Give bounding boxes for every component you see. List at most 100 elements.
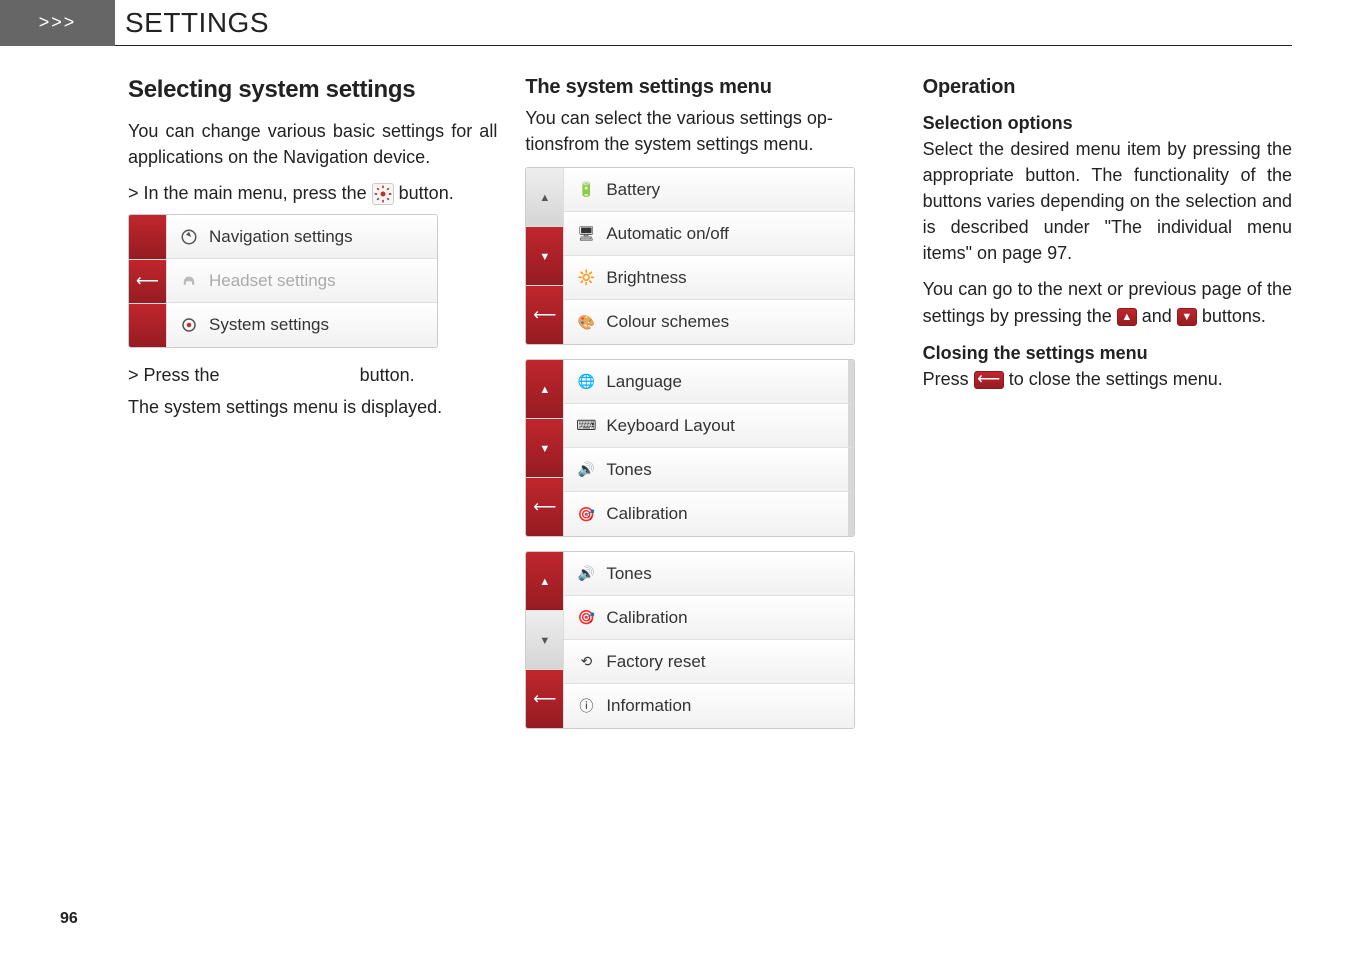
result-text: The system settings menu is displayed. — [128, 394, 497, 420]
page-down-icon — [1177, 308, 1197, 326]
content-columns: Selecting system settings You can change… — [0, 46, 1352, 743]
menu-item-calibration[interactable]: 🎯 Calibration — [564, 492, 854, 536]
menu-item-label: Automatic on/off — [606, 224, 729, 244]
menu-item-keyboard-layout[interactable]: ⌨ Keyboard Layout — [564, 404, 854, 448]
menu-item-label: Tones — [606, 564, 651, 584]
closing-text: Press to close the settings menu. — [923, 366, 1292, 392]
brightness-icon: 🔆 — [576, 268, 596, 288]
menu-item-language[interactable]: 🌐 Language — [564, 360, 854, 404]
back-button[interactable] — [526, 286, 563, 344]
menu-item-battery[interactable]: 🔋 Battery — [564, 168, 854, 212]
scroll-up-button[interactable] — [526, 360, 563, 419]
menu-item-label: Navigation settings — [209, 227, 353, 247]
menu-list: 🔊 Tones 🎯Calibration ⟲ Factory reset ⓘ Info… — [564, 552, 854, 728]
back-arrow-icon — [533, 689, 556, 709]
menu-item-label: Calibration — [606, 608, 687, 628]
menu-item-label: Language — [606, 372, 682, 392]
menu-item-label: Colour schemes — [606, 312, 729, 332]
headset-icon — [179, 271, 199, 291]
paging-text-b: and — [1142, 306, 1177, 326]
closing-text-a: Press — [923, 369, 974, 389]
speaker-icon: 🔊 — [576, 564, 596, 584]
menu-list: 🔋 Battery 🖥 Automatic on/off 🔆 Brightness 🎨… — [564, 168, 854, 344]
heading-selecting-system-settings: Selecting system settings — [128, 76, 497, 104]
chevrons-icon: >>> — [0, 0, 115, 46]
menu-item-colour-schemes[interactable]: 🎨Colour schemes — [564, 300, 854, 344]
heading-operation: Operation — [923, 76, 1292, 99]
menu-list: Navigation settings Headset settings Sys… — [167, 215, 437, 347]
reset-icon: ⟲ — [576, 652, 596, 672]
menu-item-headset-settings[interactable]: Headset settings — [167, 259, 437, 303]
settings-menu-page1: 🔋 Battery 🖥 Automatic on/off 🔆 Brightness 🎨… — [525, 167, 855, 345]
menu-item-navigation-settings[interactable]: Navigation settings — [167, 215, 437, 259]
settings-menu-page3: 🔊 Tones 🎯Calibration ⟲ Factory reset ⓘ Info… — [525, 551, 855, 729]
power-icon: 🖥 — [576, 224, 596, 244]
column-3: Operation Selection options Select the d… — [923, 76, 1292, 743]
back-arrow-icon — [533, 497, 556, 517]
paging-text-c: buttons. — [1202, 306, 1266, 326]
menu-item-label: Brightness — [606, 268, 686, 288]
menu-item-label: Keyboard Layout — [606, 416, 735, 436]
back-button[interactable] — [129, 260, 166, 304]
column-1: Selecting system settings You can change… — [128, 76, 497, 743]
step-press-system-settings: > Press the button. — [128, 362, 497, 388]
scroll-up-button[interactable] — [526, 552, 563, 611]
intro-paragraph: You can change various basic settings fo… — [128, 118, 497, 170]
menu-item-label: Factory reset — [606, 652, 705, 672]
heading-closing-menu: Closing the settings menu — [923, 343, 1292, 364]
page-up-icon — [1117, 308, 1137, 326]
back-icon — [974, 371, 1004, 389]
menu-item-label: Battery — [606, 180, 660, 200]
page-number: 96 — [60, 910, 78, 928]
side-buttons — [526, 168, 564, 344]
menu-item-label: Calibration — [606, 504, 687, 524]
globe-icon: 🌐 — [576, 372, 596, 392]
menu-item-information[interactable]: ⓘ Information — [564, 684, 854, 728]
menu-item-auto-onoff[interactable]: 🖥 Automatic on/off — [564, 212, 854, 256]
down-arrow-icon — [539, 631, 550, 649]
menu-item-label: Headset settings — [209, 271, 336, 291]
step-text-end: button. — [360, 365, 415, 385]
scroll-up-button[interactable] — [129, 215, 166, 259]
back-button[interactable] — [526, 670, 563, 728]
step-text: > Press the — [128, 365, 225, 385]
up-arrow-icon — [539, 380, 550, 398]
settings-menu-page2: 🌐 Language ⌨ Keyboard Layout 🔊Tones 🎯 Calib… — [525, 359, 855, 537]
heading-system-settings-menu: The system settings menu — [525, 76, 894, 99]
menu-list: 🌐 Language ⌨ Keyboard Layout 🔊Tones 🎯 Calib… — [564, 360, 854, 536]
submenu-intro: You can select the various settings op­t… — [525, 105, 894, 157]
keyboard-icon: ⌨ — [576, 416, 596, 436]
menu-item-tones[interactable]: 🔊 Tones — [564, 552, 854, 596]
info-icon: ⓘ — [576, 696, 596, 716]
scroll-up-button[interactable] — [526, 168, 563, 227]
page: >>> SETTINGS Selecting system settings Y… — [0, 0, 1352, 954]
closing-text-b: to close the settings menu. — [1009, 369, 1223, 389]
selection-options-text: Select the desired menu item by press­in… — [923, 136, 1292, 266]
battery-icon: 🔋 — [576, 180, 596, 200]
scroll-down-button[interactable] — [526, 227, 563, 286]
menu-item-system-settings[interactable]: System settings — [167, 303, 437, 347]
side-buttons — [526, 360, 564, 536]
back-arrow-icon — [136, 271, 159, 291]
paging-text: You can go to the next or previous page … — [923, 276, 1292, 328]
back-arrow-icon — [533, 305, 556, 325]
step-main-menu: > In the main menu, press the but­ton. — [128, 180, 497, 206]
column-2: The system settings menu You can select … — [525, 76, 894, 743]
down-arrow-icon — [539, 439, 550, 457]
main-nav-menu: Navigation settings Headset settings Sys… — [128, 214, 438, 348]
menu-item-label: Information — [606, 696, 691, 716]
side-buttons — [129, 215, 167, 347]
target-icon: 🎯 — [576, 504, 596, 524]
back-button[interactable] — [526, 478, 563, 536]
menu-item-tones[interactable]: 🔊Tones — [564, 448, 854, 492]
scroll-down-button[interactable] — [526, 611, 563, 670]
scroll-down-button[interactable] — [526, 419, 563, 478]
down-arrow-icon — [539, 247, 550, 265]
menu-item-brightness[interactable]: 🔆 Brightness — [564, 256, 854, 300]
gear-icon — [179, 315, 199, 335]
scroll-down-button[interactable] — [129, 304, 166, 347]
up-arrow-icon — [539, 572, 550, 590]
menu-item-factory-reset[interactable]: ⟲ Factory reset — [564, 640, 854, 684]
step-text: > In the main menu, press the — [128, 183, 372, 203]
menu-item-calibration[interactable]: 🎯Calibration — [564, 596, 854, 640]
